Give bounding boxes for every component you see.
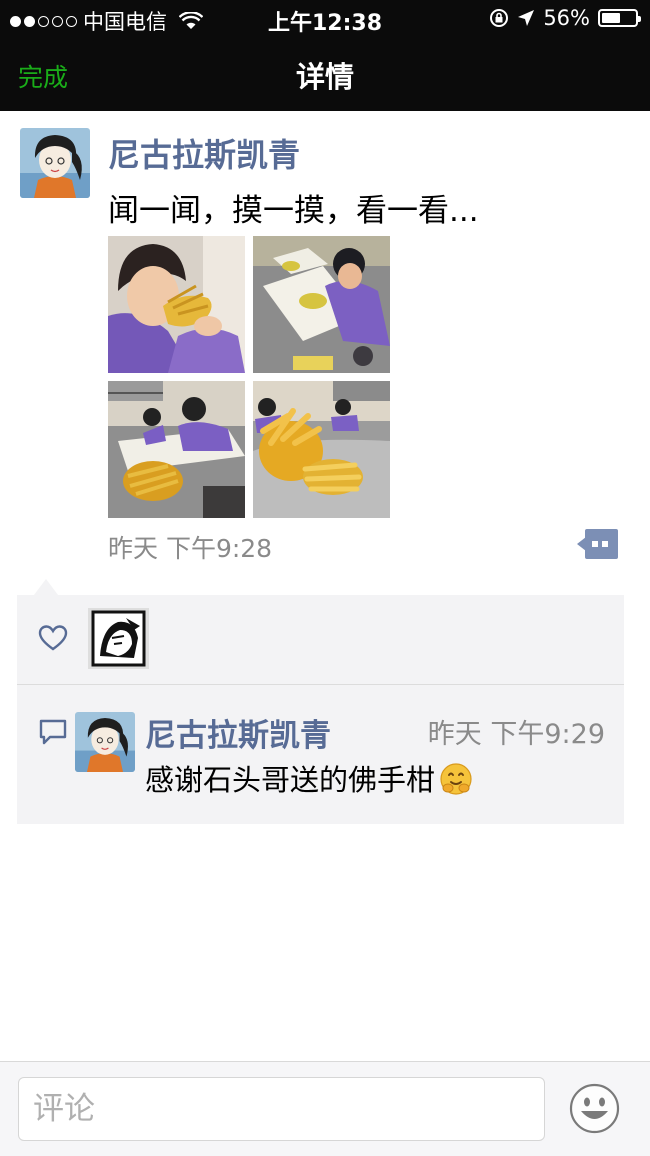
comment-text[interactable]: 感谢石头哥送的佛手柑 — [145, 757, 473, 799]
battery-percent: 56% — [543, 6, 590, 30]
post-timestamp: 昨天 下午9:28 — [108, 534, 273, 563]
nav-bar: 完成 详情 — [0, 36, 650, 111]
comment-body: 感谢石头哥送的佛手柑 — [145, 763, 436, 797]
comment-timestamp: 昨天 下午9:29 — [427, 719, 605, 750]
status-bar: 中国电信 上午12:38 56% — [0, 0, 650, 36]
author-avatar[interactable] — [20, 128, 90, 198]
comment-input[interactable] — [18, 1077, 545, 1141]
post-photo-3[interactable] — [108, 381, 245, 518]
battery-icon — [598, 9, 641, 27]
liker-avatar[interactable] — [88, 608, 149, 669]
status-right: 56% — [489, 6, 641, 30]
hugging-face-emoji — [440, 763, 472, 795]
post-photo-2[interactable] — [253, 236, 390, 373]
heart-outline-icon — [38, 625, 68, 651]
page-title: 详情 — [295, 60, 354, 94]
post-author-name[interactable]: 尼古拉斯凯青 — [108, 130, 300, 176]
more-actions-button[interactable] — [577, 528, 619, 560]
location-arrow-icon — [518, 10, 535, 26]
post-text: 闻一闻，摸一摸，看一看... — [108, 193, 479, 229]
post-photo-4[interactable] — [253, 381, 390, 518]
commenter-avatar[interactable] — [75, 712, 135, 772]
smiley-icon[interactable] — [569, 1083, 620, 1134]
rotation-lock-icon — [490, 9, 509, 27]
panel-divider — [17, 684, 624, 685]
comment-author-name[interactable]: 尼古拉斯凯青 — [145, 710, 331, 755]
comment-bubble-icon — [39, 719, 67, 745]
post-photo-1[interactable] — [108, 236, 245, 373]
panel-pointer — [34, 579, 58, 595]
